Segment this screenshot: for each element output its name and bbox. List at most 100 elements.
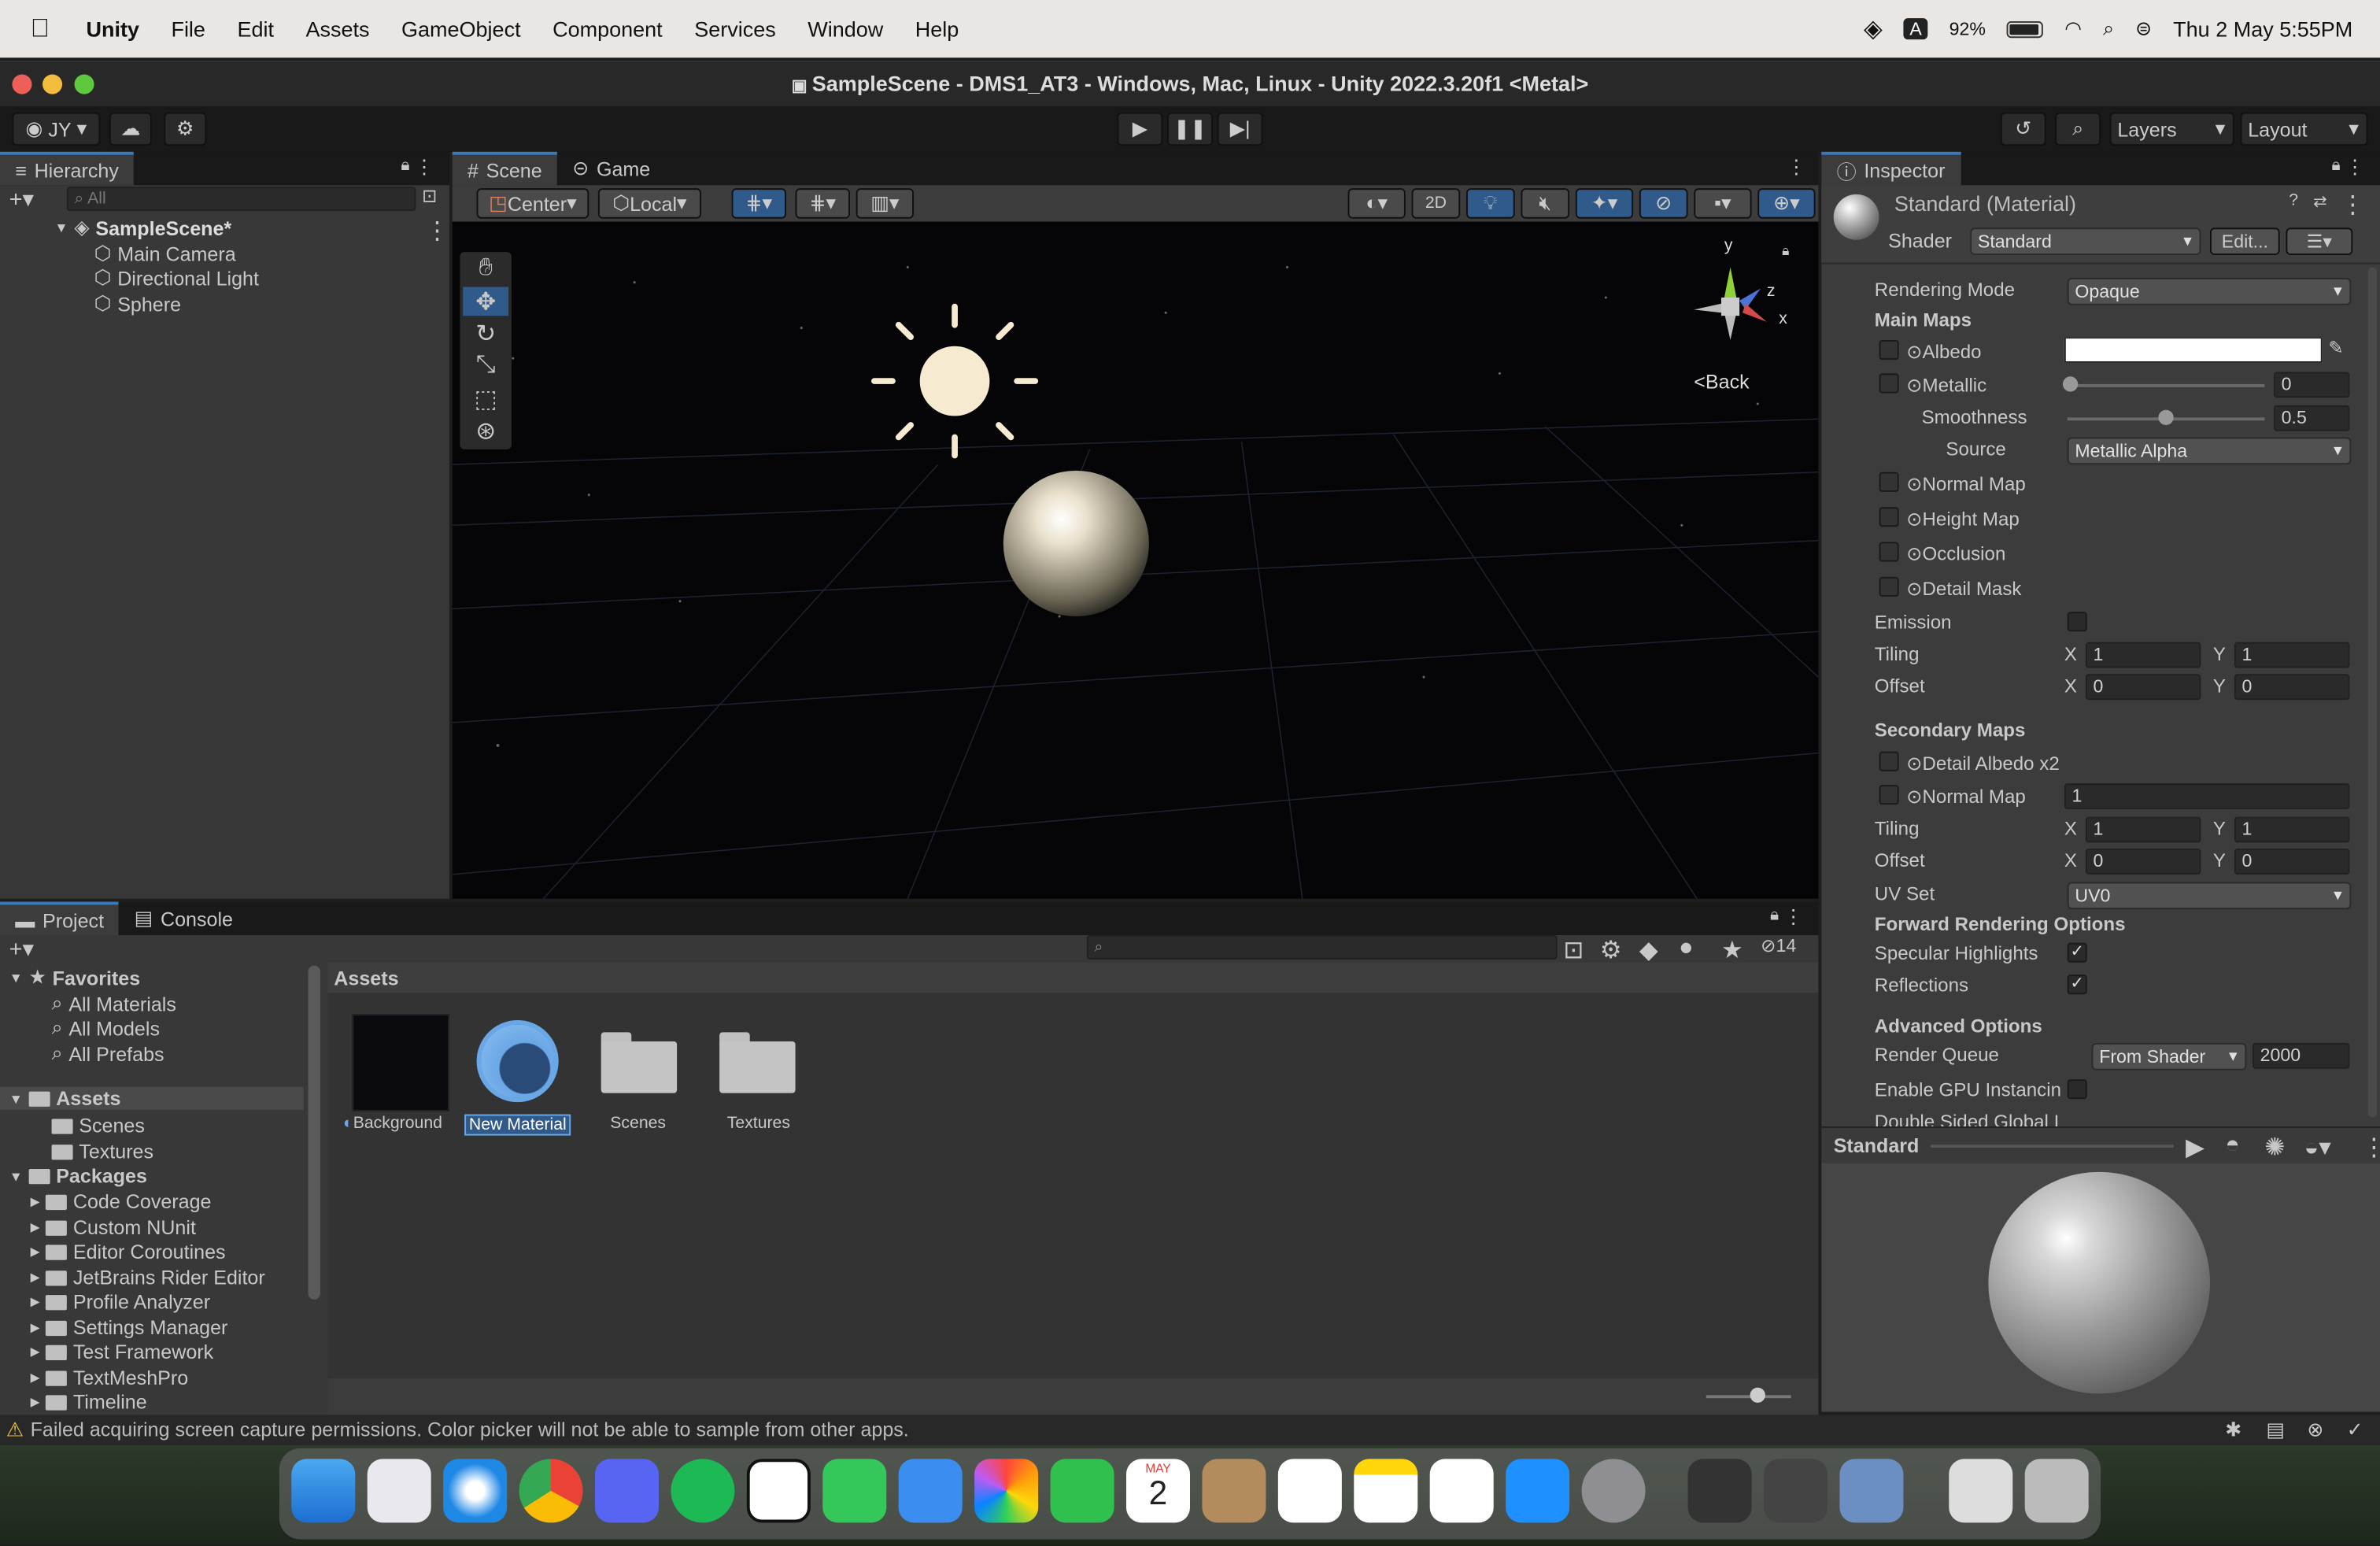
tab-hierarchy[interactable]: ≡ Hierarchy [0, 151, 135, 186]
notion-icon[interactable] [746, 1459, 811, 1523]
cache-server-icon[interactable]: ▤ [2266, 1418, 2285, 1442]
lighting-icon[interactable]: 💡︎ [1465, 188, 1515, 219]
effects-icon[interactable]: ✦▾ [1575, 188, 1634, 219]
trash-icon[interactable] [2024, 1459, 2089, 1523]
search-by-type-icon[interactable]: ⊡ [1563, 935, 1584, 966]
metallic-texture-slot[interactable] [1879, 373, 1899, 394]
label-filter-icon[interactable]: ◆ [1639, 935, 1658, 966]
finder-icon[interactable] [291, 1459, 356, 1523]
ruler-icon[interactable]: ▥▾ [856, 188, 914, 219]
package-item[interactable]: ▶ Settings Manager [31, 1316, 228, 1339]
rendering-mode-dropdown[interactable]: Opaque [2067, 277, 2352, 305]
menu-services[interactable]: Services [694, 17, 776, 41]
emission-checkbox[interactable] [2067, 612, 2087, 632]
space-dropdown[interactable]: ⬡ Local ▾ [597, 188, 701, 219]
calendar-icon[interactable]: MAY 2 [1125, 1459, 1190, 1523]
gizmos-icon[interactable]: ⊕▾ [1757, 188, 1816, 219]
discord-icon[interactable] [594, 1459, 659, 1523]
layers-dropdown[interactable]: Layers ▾ [2109, 112, 2234, 146]
more-options-icon[interactable]: ⋮ [414, 155, 434, 179]
battery-icon[interactable] [2006, 20, 2044, 38]
asset-background[interactable]: ◐Background [343, 1115, 442, 1133]
edit-shader-button[interactable]: Edit... [2209, 227, 2280, 255]
occlusion-slot[interactable] [1879, 542, 1899, 562]
project-search-input[interactable]: ⌕ [1086, 934, 1558, 960]
move-tool-icon[interactable]: ✥ [463, 287, 509, 316]
add-object-button[interactable]: +▾ [9, 185, 34, 213]
favorites-group[interactable]: ▼ ★ Favorites [9, 966, 141, 990]
hierarchy-item-sphere[interactable]: ⬡ Sphere [94, 291, 181, 316]
more-options-icon[interactable]: ⋮ [2362, 1133, 2380, 1163]
menu-assets[interactable]: Assets [305, 17, 369, 41]
grid-snap-icon[interactable]: ⋕▾ [731, 188, 786, 219]
tiling-y-field[interactable]: 1 [2234, 642, 2350, 668]
auto-generate-lighting-icon[interactable]: ⊗ [2307, 1418, 2323, 1442]
package-item[interactable]: ▶ Code Coverage [31, 1190, 212, 1213]
photos-icon[interactable] [974, 1459, 1039, 1523]
tab-inspector[interactable]: ⓘ Inspector [1821, 151, 1961, 186]
offset-y-field[interactable]: 0 [2234, 674, 2350, 701]
progress-icon[interactable]: ✓ [2347, 1418, 2363, 1442]
toggle-2d-button[interactable]: 2D [1411, 188, 1461, 219]
audio-mute-icon[interactable]: 🔇︎ [1521, 188, 1570, 219]
asset-background-thumbnail[interactable] [352, 1014, 449, 1111]
camera-icon[interactable]: ▪▾ [1694, 188, 1752, 219]
detail-albedo-slot[interactable] [1879, 751, 1899, 771]
more-options-icon[interactable]: ⋮ [1787, 155, 1806, 179]
asset-new-material[interactable]: New Material [464, 1114, 571, 1136]
breadcrumb-assets[interactable]: Assets [334, 967, 398, 989]
increment-snap-icon[interactable]: ⋕▾ [795, 188, 850, 219]
inspector-scrollbar[interactable] [2367, 267, 2378, 1118]
unity-editor-icon[interactable] [1763, 1459, 1828, 1523]
favorite-all-prefabs[interactable]: ⌕ All Prefabs [52, 1041, 164, 1066]
tab-scene[interactable]: # Scene [452, 151, 557, 186]
height-map-slot[interactable] [1879, 507, 1899, 527]
gizmo-lock-icon[interactable]: 🔒︎ [1782, 243, 1789, 260]
preview-play-icon[interactable]: ▶ [2186, 1133, 2204, 1163]
assets-group[interactable]: ▼ Assets [0, 1086, 304, 1110]
scene-viewport[interactable]: ✋︎ ✥ ↻ ⤡ ⬚ ⊛ y z x 🔒︎ <Back [452, 221, 1819, 899]
package-item[interactable]: ▶ Test Framework [31, 1341, 214, 1363]
rotate-tool-icon[interactable]: ↻ [463, 319, 508, 348]
unity-hub-icon[interactable] [1687, 1459, 1752, 1523]
menu-window[interactable]: Window [808, 17, 883, 41]
specular-highlights-checkbox[interactable]: ✓ [2067, 942, 2087, 963]
tab-console[interactable]: ▤ Console [119, 902, 248, 935]
help-icon[interactable]: ? [2289, 191, 2298, 209]
smoothness-slider-handle[interactable] [2158, 409, 2174, 425]
secondary-offset-x-field[interactable]: 0 [2085, 849, 2201, 875]
package-item[interactable]: ▶ Timeline [31, 1391, 147, 1414]
filter-type-icon[interactable]: ⚙ [1600, 935, 1622, 966]
menu-file[interactable]: File [171, 17, 205, 41]
hierarchy-search-input[interactable]: ⌕ All [66, 187, 416, 212]
preview-app-icon[interactable] [1839, 1459, 1904, 1523]
albedo-texture-slot[interactable] [1879, 339, 1899, 361]
metallic-slider-handle[interactable] [2062, 376, 2079, 392]
menu-component[interactable]: Component [552, 17, 663, 41]
tab-project[interactable]: ▬ Project [0, 901, 120, 935]
package-item[interactable]: ▶ Editor Coroutines [31, 1241, 226, 1263]
tree-scrollbar[interactable] [308, 965, 320, 1300]
apple-icon[interactable]:  [31, 13, 50, 44]
debug-icon[interactable]: ✱ [2225, 1418, 2241, 1442]
menu-edit[interactable]: Edit [237, 17, 274, 41]
facetime-icon[interactable] [1050, 1459, 1114, 1523]
icon-size-slider-handle[interactable] [1750, 1387, 1765, 1403]
texture-picker-icon[interactable]: ⊙ [1906, 509, 1922, 530]
texture-picker-icon[interactable]: ⊙ [1906, 375, 1922, 396]
asset-textures[interactable]: Textures [727, 1115, 790, 1133]
reminders-icon[interactable] [1277, 1459, 1342, 1523]
clock[interactable]: Thu 2 May 5:55PM [2173, 17, 2352, 41]
control-center-icon[interactable]: ⊜ [2135, 17, 2152, 41]
tiling-x-field[interactable]: 1 [2085, 642, 2201, 668]
eyedropper-icon[interactable]: ✎ [2328, 337, 2343, 358]
normal-map-slot[interactable] [1879, 472, 1899, 492]
asset-new-material-thumbnail[interactable] [476, 1019, 559, 1103]
lock-icon[interactable]: 🔒︎ [1770, 906, 1779, 926]
secondary-normal-map-slot[interactable] [1879, 785, 1899, 805]
create-asset-button[interactable]: +▾ [9, 935, 34, 963]
render-queue-field[interactable]: 2000 [2252, 1042, 2350, 1069]
warning-filter-icon[interactable]: ● [1679, 935, 1694, 963]
notes-icon[interactable] [1354, 1459, 1418, 1523]
secondary-tiling-x-field[interactable]: 1 [2085, 816, 2201, 843]
